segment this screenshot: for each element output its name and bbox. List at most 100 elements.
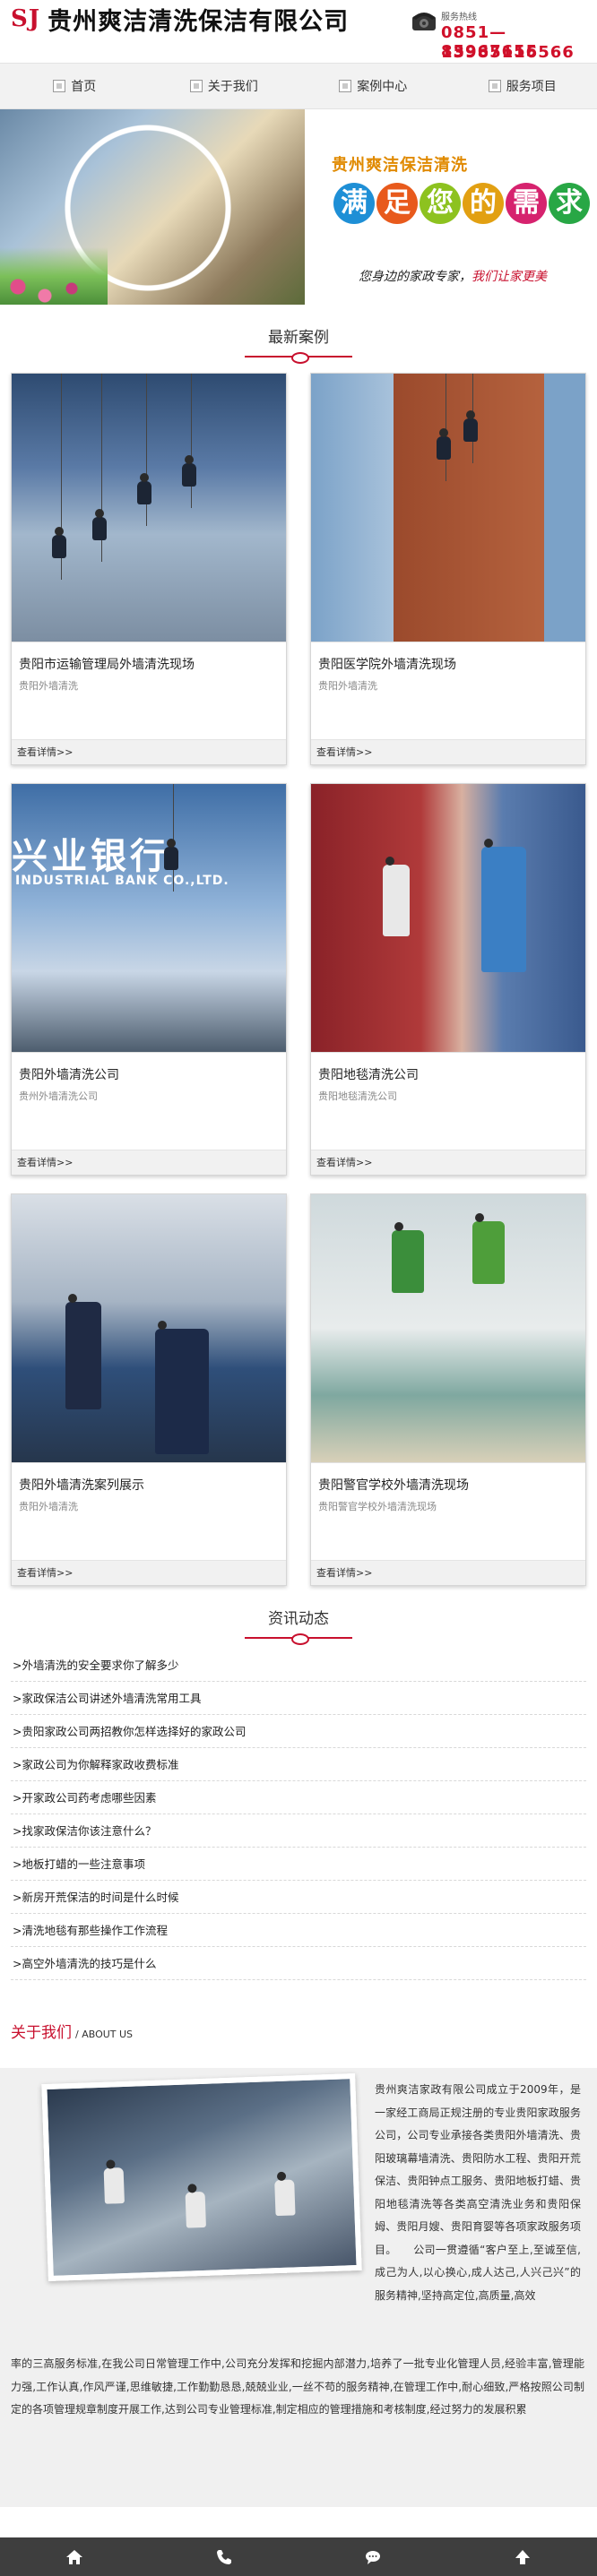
bottom-toolbar (0, 2537, 597, 2576)
nav-item-label: 案例中心 (357, 80, 408, 94)
case-image[interactable] (12, 374, 286, 642)
about-body: 贵州爽洁家政有限公司成立于2009年，是一家经工商局正规注册的专业贵阳家政服务公… (0, 2068, 597, 2507)
hotline-phone-2[interactable]: 13985116566 (441, 43, 575, 62)
news-list: >外墙清洗的安全要求你了解多少 >家政保洁公司讲述外墙清洗常用工具 >贵阳家政公… (0, 1649, 597, 1980)
broken-image-icon (488, 80, 501, 92)
case-card[interactable]: 贵阳外墙清洗案列展示 贵阳外墙清洗 查看详情>> (11, 1193, 287, 1586)
nav-item-home[interactable]: 首页 (0, 64, 150, 108)
section-title: 最新案例 (268, 329, 329, 347)
case-subtitle: 贵阳外墙清洗 (19, 1501, 78, 1512)
hotline-label: 服务热线 (441, 13, 477, 22)
case-subtitle: 贵阳地毯清洗公司 (318, 1090, 397, 1102)
news-item[interactable]: >地板打蜡的一些注意事项 (11, 1848, 586, 1881)
company-name: 贵州爽洁清洗保洁有限公司 (48, 7, 350, 36)
slogan-char: 求 (549, 183, 590, 224)
slogan-char: 满 (333, 183, 375, 224)
slogan-char: 需 (506, 183, 547, 224)
case-more-link[interactable]: 查看详情>> (12, 739, 286, 764)
news-item[interactable]: >新房开荒保洁的时间是什么时候 (11, 1881, 586, 1914)
news-item[interactable]: >外墙清洗的安全要求你了解多少 (11, 1649, 586, 1682)
hero-banner[interactable]: 贵州爽洁保洁清洗 满 足 您 的 需 求 您身边的家政专家，我们让家更美 (0, 109, 597, 305)
case-title[interactable]: 贵阳地毯清洗公司 (318, 1065, 419, 1083)
home-button[interactable] (0, 2537, 150, 2576)
nav-item-services[interactable]: 服务项目 (448, 64, 597, 108)
logo-mark: SJ (11, 5, 41, 32)
case-more-link[interactable]: 查看详情>> (311, 1150, 585, 1175)
about-text-continued: 率的三高服务标准,在我公司日常管理工作中,公司充分发挥和挖掘内部潜力,培养了一批… (11, 2357, 584, 2416)
about-title-en: / ABOUT US (75, 2029, 134, 2040)
case-title[interactable]: 贵阳医学院外墙清洗现场 (318, 655, 456, 673)
news-item[interactable]: >高空外墙清洗的技巧是什么 (11, 1947, 586, 1980)
news-item[interactable]: >找家政保洁你该注意什么？ (11, 1814, 586, 1848)
call-button[interactable] (150, 2537, 299, 2576)
news-item[interactable]: >清洗地毯有那些操作工作流程 (11, 1914, 586, 1947)
about-photo (41, 2072, 362, 2282)
case-image[interactable] (12, 1194, 286, 1463)
case-more-link[interactable]: 查看详情>> (12, 1560, 286, 1585)
bank-sign-text: 兴业银行 (12, 835, 169, 877)
slogan-char: 您 (420, 183, 461, 224)
case-title[interactable]: 贵阳外墙清洗案列展示 (19, 1476, 144, 1494)
nav-item-label: 首页 (71, 80, 97, 94)
slogan-char: 足 (376, 183, 418, 224)
telephone-icon (412, 13, 436, 30)
nav-item-cases[interactable]: 案例中心 (298, 64, 448, 108)
news-item[interactable]: >开家政公司药考虑哪些因素 (11, 1781, 586, 1814)
title-ornament (245, 352, 352, 364)
about-text: 贵州爽洁家政有限公司成立于2009年，是一家经工商局正规注册的专业贵阳家政服务公… (375, 2083, 581, 2302)
case-subtitle: 贵州外墙清洗公司 (19, 1090, 98, 1102)
case-title[interactable]: 贵阳外墙清洗公司 (19, 1065, 119, 1083)
cases-section-heading: 最新案例 (0, 305, 597, 373)
case-card[interactable]: 贵阳医学院外墙清洗现场 贵阳外墙清洗 查看详情>> (310, 373, 586, 765)
case-more-link[interactable]: 查看详情>> (311, 739, 585, 764)
section-title: 资讯动态 (268, 1610, 329, 1628)
nav-item-label: 服务项目 (506, 80, 557, 94)
case-card[interactable]: 兴业银行 INDUSTRIAL BANK CO.,LTD. 贵阳外墙清洗公司 贵… (11, 783, 287, 1176)
case-image[interactable] (311, 784, 585, 1053)
case-subtitle: 贵阳警官学校外墙清洗现场 (318, 1501, 437, 1512)
case-more-link[interactable]: 查看详情>> (12, 1150, 286, 1175)
main-nav: 首页 关于我们 案例中心 服务项目 (0, 63, 597, 109)
message-button[interactable] (298, 2537, 448, 2576)
page: SJ 贵州爽洁清洗保洁有限公司 服务热线 0851—85967655 13985… (0, 0, 597, 2576)
news-item[interactable]: >贵阳家政公司两招教你怎样选择好的家政公司 (11, 1715, 586, 1748)
banner-flowers-decoration (0, 233, 108, 305)
nav-item-about[interactable]: 关于我们 (150, 64, 299, 108)
back-to-top-button[interactable] (448, 2537, 597, 2576)
nav-item-label: 关于我们 (207, 80, 258, 94)
news-section-heading: 资讯动态 (0, 1586, 597, 1649)
home-icon (66, 2549, 83, 2564)
case-card[interactable]: 贵阳警官学校外墙清洗现场 贵阳警官学校外墙清洗现场 查看详情>> (310, 1193, 586, 1586)
broken-image-icon (53, 80, 66, 92)
top-arrow-icon (515, 2549, 530, 2564)
case-image[interactable] (311, 374, 585, 642)
news-item[interactable]: >家政公司为你解释家政收费标准 (11, 1748, 586, 1781)
case-subtitle: 贵阳外墙清洗 (318, 680, 377, 692)
tagline-part-a: 您身边的家政专家， (359, 270, 472, 284)
case-title[interactable]: 贵阳警官学校外墙清洗现场 (318, 1476, 469, 1494)
case-more-link[interactable]: 查看详情>> (311, 1560, 585, 1585)
title-ornament (245, 1633, 352, 1645)
message-icon (366, 2550, 381, 2564)
header: SJ 贵州爽洁清洗保洁有限公司 服务热线 0851—85967655 13985… (0, 0, 597, 63)
slogan-char: 的 (463, 183, 504, 224)
case-card[interactable]: 贵阳市运输管理局外墙清洗现场 贵阳外墙清洗 查看详情>> (11, 373, 287, 765)
banner-title: 贵州爽洁保洁清洗 (332, 156, 468, 175)
case-title[interactable]: 贵阳市运输管理局外墙清洗现场 (19, 655, 195, 673)
cases-grid: 贵阳市运输管理局外墙清洗现场 贵阳外墙清洗 查看详情>> 贵阳医学院外墙清洗现场… (0, 373, 597, 1586)
phone-icon (216, 2549, 231, 2564)
news-item[interactable]: >家政保洁公司讲述外墙清洗常用工具 (11, 1682, 586, 1715)
about-title[interactable]: 关于我们 (11, 2024, 72, 2042)
banner-slogan: 满 足 您 的 需 求 (333, 183, 592, 224)
broken-image-icon (339, 80, 352, 92)
banner-tagline: 您身边的家政专家，我们让家更美 (359, 267, 547, 285)
case-image[interactable] (311, 1194, 585, 1463)
bank-sign-english: INDUSTRIAL BANK CO.,LTD. (15, 874, 229, 888)
case-card[interactable]: 贵阳地毯清洗公司 贵阳地毯清洗公司 查看详情>> (310, 783, 586, 1176)
tagline-part-b: 我们让家更美 (472, 270, 547, 284)
broken-image-icon (189, 80, 203, 92)
case-image[interactable]: 兴业银行 INDUSTRIAL BANK CO.,LTD. (12, 784, 286, 1053)
logo[interactable]: SJ 贵州爽洁清洗保洁有限公司 (11, 5, 349, 36)
about-heading: 关于我们 / ABOUT US (0, 1980, 597, 2068)
case-subtitle: 贵阳外墙清洗 (19, 680, 78, 692)
